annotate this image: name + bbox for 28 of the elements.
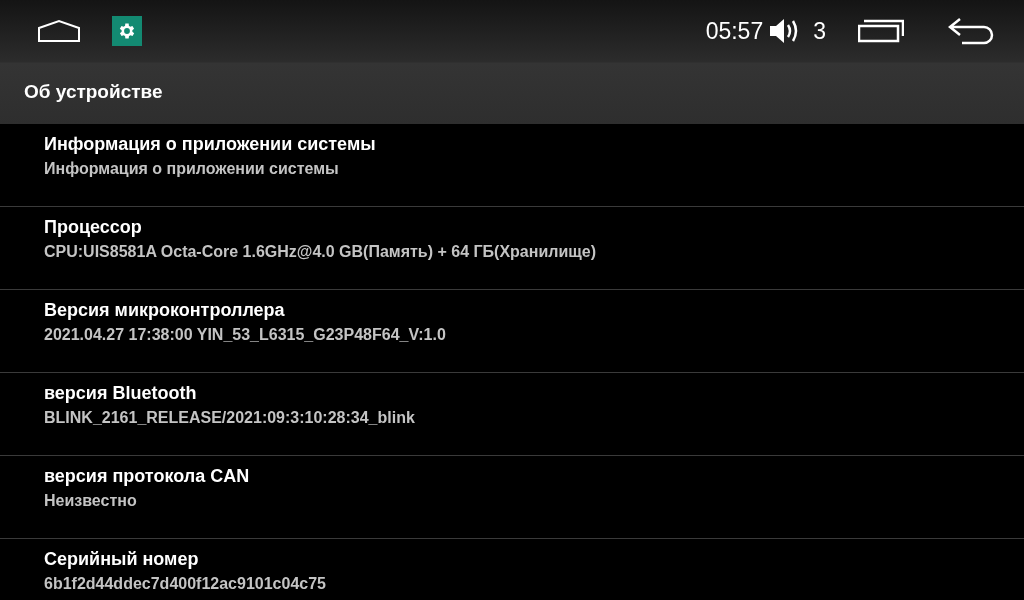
recent-apps-button[interactable] bbox=[858, 19, 904, 43]
info-row[interactable]: Информация о приложении системы Информация о приложении системы bbox=[0, 124, 1024, 207]
info-value: 2021.04.27 17:38:00 YIN_53_L6315_G23P48F64_V:1.0 bbox=[44, 325, 446, 345]
info-title: версия Bluetooth bbox=[44, 382, 197, 404]
info-value: BLINK_2161_RELEASE/2021:09:3:10:28:34_blink bbox=[44, 408, 415, 428]
info-row[interactable]: Версия микроконтроллера 2021.04.27 17:38:00 YIN_53_L6315_G23P48F64_V:1.0 bbox=[0, 290, 1024, 373]
settings-app-icon[interactable] bbox=[112, 16, 142, 46]
info-value: 6b1f2d44ddec7d400f12ac9101c04c75 bbox=[44, 574, 326, 594]
info-value: CPU:UIS8581A Octa-Core 1.6GHz@4.0 GB(Память) + 64 ГБ(Хранилище) bbox=[44, 242, 596, 262]
info-row[interactable]: Серийный номер 6b1f2d44ddec7d400f12ac9101c04c75 bbox=[0, 539, 1024, 600]
info-title: Версия микроконтроллера bbox=[44, 299, 285, 321]
back-button[interactable] bbox=[948, 17, 994, 45]
info-value: Неизвестно bbox=[44, 491, 137, 511]
info-title: Информация о приложении системы bbox=[44, 133, 376, 155]
back-icon bbox=[948, 17, 994, 45]
home-icon bbox=[38, 19, 80, 43]
clock-time: 05:57 bbox=[705, 17, 764, 45]
info-row[interactable]: версия Bluetooth BLINK_2161_RELEASE/2021:09:3:10:28:34_blink bbox=[0, 373, 1024, 456]
info-row[interactable]: версия протокола CAN Неизвестно bbox=[0, 456, 1024, 539]
info-title: Процессор bbox=[44, 216, 142, 238]
info-value: Информация о приложении системы bbox=[44, 159, 339, 179]
info-row[interactable]: Процессор CPU:UIS8581A Octa-Core 1.6GHz@4.0 GB(Память) + 64 ГБ(Хранилище) bbox=[0, 207, 1024, 290]
volume-level: 3 bbox=[813, 17, 826, 45]
home-button[interactable] bbox=[38, 19, 80, 43]
info-title: версия протокола CAN bbox=[44, 465, 250, 487]
page-title: Об устройстве bbox=[24, 81, 163, 103]
recent-apps-icon bbox=[858, 19, 904, 43]
info-title: Серийный номер bbox=[44, 548, 199, 570]
